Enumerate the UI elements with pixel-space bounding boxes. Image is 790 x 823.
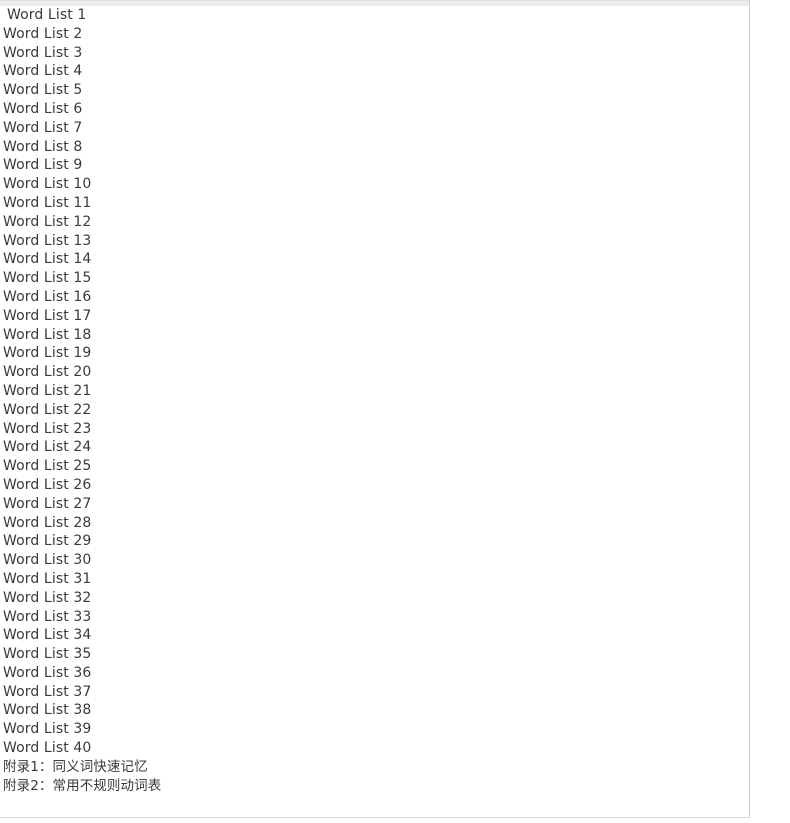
toc-entry[interactable]: Word List 39 (0, 720, 749, 739)
table-of-contents-list: Word List 1 Word List 2 Word List 3 Word Li… (0, 6, 749, 796)
toc-entry[interactable]: Word List 34 (0, 626, 749, 645)
toc-entry[interactable]: Word List 18 (0, 326, 749, 345)
toc-entry[interactable]: Word List 27 (0, 495, 749, 514)
toc-entry[interactable]: Word List 8 (0, 138, 749, 157)
toc-entry[interactable]: Word List 23 (0, 420, 749, 439)
toc-entry[interactable]: Word List 33 (0, 608, 749, 627)
page-root: Word List 1 Word List 2 Word List 3 Word Li… (0, 0, 790, 823)
toc-entry[interactable]: Word List 20 (0, 363, 749, 382)
toc-entry[interactable]: Word List 40 (0, 739, 749, 758)
toc-entry[interactable]: Word List 29 (0, 532, 749, 551)
toc-entry[interactable]: Word List 10 (0, 175, 749, 194)
toc-entry[interactable]: Word List 24 (0, 438, 749, 457)
toc-entry[interactable]: Word List 28 (0, 514, 749, 533)
toc-entry[interactable]: Word List 35 (0, 645, 749, 664)
toc-entry[interactable]: Word List 4 (0, 62, 749, 81)
toc-entry[interactable]: Word List 25 (0, 457, 749, 476)
toc-entry[interactable]: Word List 15 (0, 269, 749, 288)
toc-entry[interactable]: Word List 2 (0, 25, 749, 44)
toc-entry[interactable]: Word List 22 (0, 401, 749, 420)
toc-entry[interactable]: Word List 1 (0, 6, 749, 25)
toc-entry[interactable]: Word List 31 (0, 570, 749, 589)
toc-entry[interactable]: Word List 37 (0, 683, 749, 702)
toc-entry[interactable]: Word List 3 (0, 44, 749, 63)
document-panel: Word List 1 Word List 2 Word List 3 Word Li… (0, 0, 750, 818)
toc-entry[interactable]: Word List 14 (0, 250, 749, 269)
toc-entry[interactable]: Word List 9 (0, 156, 749, 175)
toc-entry[interactable]: Word List 11 (0, 194, 749, 213)
toc-entry[interactable]: Word List 16 (0, 288, 749, 307)
toc-entry[interactable]: Word List 7 (0, 119, 749, 138)
toc-entry[interactable]: Word List 21 (0, 382, 749, 401)
toc-entry[interactable]: Word List 6 (0, 100, 749, 119)
right-gutter (751, 0, 790, 823)
toc-entry[interactable]: Word List 36 (0, 664, 749, 683)
toc-entry[interactable]: Word List 5 (0, 81, 749, 100)
toc-entry[interactable]: Word List 32 (0, 589, 749, 608)
toc-entry[interactable]: Word List 13 (0, 232, 749, 251)
toc-entry[interactable]: Word List 12 (0, 213, 749, 232)
toc-entry[interactable]: Word List 26 (0, 476, 749, 495)
toc-entry[interactable]: 附录1：同义词快速记忆 (0, 758, 749, 777)
toc-entry[interactable]: Word List 30 (0, 551, 749, 570)
toc-entry[interactable]: 附录2：常用不规则动词表 (0, 777, 749, 796)
toc-entry[interactable]: Word List 19 (0, 344, 749, 363)
toc-entry[interactable]: Word List 17 (0, 307, 749, 326)
toc-entry[interactable]: Word List 38 (0, 701, 749, 720)
